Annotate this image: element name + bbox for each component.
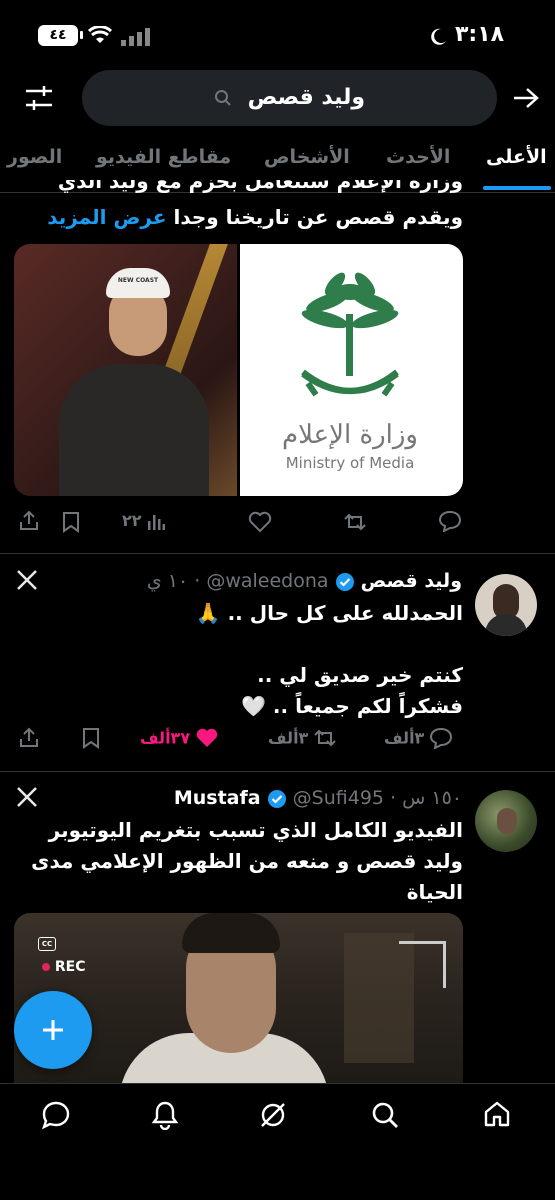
- avatar[interactable]: [475, 574, 537, 636]
- author-name[interactable]: وليد قصص: [361, 570, 462, 592]
- ministry-logo-image[interactable]: وزارة الإعلام Ministry of Media: [240, 244, 463, 496]
- person-shirt: [59, 364, 209, 496]
- frame-corner: [399, 941, 446, 988]
- share-icon[interactable]: [18, 510, 40, 532]
- cc-icon: CC: [38, 937, 56, 951]
- like-icon[interactable]: [248, 511, 272, 533]
- tweet-text: ويقدم قصص عن تاريخنا وجدا عرض المزيد: [15, 202, 463, 232]
- search-query: وليد قصص: [82, 70, 497, 126]
- cc-label: CC: [41, 940, 53, 948]
- author-handle[interactable]: @waleedona: [206, 570, 328, 592]
- tweet-line: [15, 629, 463, 660]
- status-bar: ٤٤ ٣:١٨: [0, 0, 555, 70]
- views-number: ٢٢: [122, 511, 142, 530]
- tweet-line: الحمدلله على كل حال .. 🙏: [195, 601, 463, 625]
- like-button[interactable]: ٣٧ألف: [140, 727, 219, 749]
- tweet-line: الفيديو الكامل الذي تسبب بتغريم اليوتيوب…: [48, 818, 463, 842]
- rec-dot-icon: [42, 963, 50, 971]
- notifications-icon[interactable]: [150, 1100, 180, 1130]
- avatar-face: [497, 808, 517, 834]
- status-time: ٣:١٨: [455, 22, 505, 47]
- moon-icon: [428, 27, 448, 47]
- reposts-count: ٣ألف: [268, 728, 309, 748]
- tweet-divider: [0, 553, 555, 554]
- views-count[interactable]: ٢٢: [122, 510, 165, 531]
- compose-button[interactable]: [14, 991, 92, 1069]
- bottom-nav: [0, 1084, 555, 1200]
- battery-level: ٤٤: [49, 27, 67, 43]
- plus-icon: [41, 1018, 65, 1042]
- share-icon[interactable]: [18, 727, 40, 749]
- author-name[interactable]: Mustafa: [174, 787, 261, 809]
- ministry-name-arabic: وزارة الإعلام: [282, 420, 418, 450]
- author-handle[interactable]: @Sufi495: [293, 787, 384, 809]
- wifi-icon: [88, 26, 112, 44]
- tweet-body: الحمدلله على كل حال .. 🙏 كنتم خير صديق ل…: [15, 598, 463, 722]
- search-query-text: وليد قصص: [247, 85, 366, 110]
- cellular-signal-icon: [120, 28, 152, 46]
- tweet-line: وليد قصص و منعه من الظهور الإعلامي مدى: [31, 849, 463, 873]
- tweet-line: ويقدم قصص عن تاريخنا وجدا: [173, 205, 463, 229]
- messages-icon[interactable]: [41, 1100, 71, 1130]
- tab-top[interactable]: الأعلى: [486, 146, 547, 168]
- rec-label: REC: [54, 959, 86, 975]
- repost-icon: [313, 727, 337, 749]
- tab-videos[interactable]: مقاطع الفيديو: [96, 146, 231, 168]
- avatar[interactable]: [475, 790, 537, 852]
- tweet-body: الفيديو الكامل الذي تسبب بتغريم اليوتيوب…: [15, 815, 463, 908]
- show-more-link[interactable]: عرض المزيد: [47, 205, 166, 229]
- grok-icon[interactable]: [258, 1100, 288, 1130]
- tweet-partial-line: وزارة الإعلام ستتعامل بحزم مع وليد الذي: [57, 180, 463, 193]
- tweet-text-partial: وزارة الإعلام ستتعامل بحزم مع وليد الذي: [15, 180, 463, 194]
- tweet-time: ١٠ ي: [146, 570, 189, 592]
- reply-icon[interactable]: [438, 510, 462, 532]
- views-icon: [147, 511, 165, 531]
- replies-count: ٣ألف: [384, 728, 425, 748]
- cap-text: NEW COAST: [117, 277, 159, 284]
- repost-button[interactable]: ٣ألف: [268, 727, 337, 749]
- tab-people[interactable]: الأشخاص: [264, 146, 350, 168]
- tab-latest[interactable]: الأحدث: [386, 146, 450, 168]
- person-hair: [182, 913, 280, 953]
- tweet-video[interactable]: CC REC: [14, 913, 463, 1083]
- tweet-header: وليد قصص @waleedona · ١٠ ي: [146, 570, 462, 592]
- cap: NEW COAST: [106, 268, 170, 298]
- tweet-divider: [0, 771, 555, 772]
- reply-icon: [429, 727, 453, 749]
- likes-count: ٣٧ألف: [140, 728, 191, 748]
- tweet-line: فشكراً لكم جميعاً .. 🤍: [241, 694, 463, 718]
- tweet-time: ١٥٠ س: [402, 787, 462, 809]
- liked-heart-icon: [195, 727, 219, 749]
- x-logo-icon[interactable]: [16, 569, 38, 591]
- verified-badge-icon: [267, 789, 287, 809]
- battery-indicator: ٤٤: [38, 25, 78, 46]
- search-input[interactable]: وليد قصص: [82, 70, 497, 126]
- bookmark-icon[interactable]: [62, 511, 80, 533]
- bookmark-icon[interactable]: [82, 727, 100, 749]
- search-icon[interactable]: [370, 1100, 400, 1130]
- battery-tip: [80, 31, 83, 39]
- search-icon: [214, 89, 232, 107]
- home-icon[interactable]: [482, 1099, 512, 1129]
- filter-button[interactable]: [24, 84, 54, 112]
- back-arrow-icon[interactable]: [512, 86, 540, 110]
- x-logo-icon[interactable]: [16, 786, 38, 808]
- tab-images[interactable]: الصور: [7, 146, 62, 168]
- palm-swords-emblem: [295, 264, 405, 414]
- tweet-header: Mustafa @Sufi495 · ١٥٠ س: [173, 787, 462, 809]
- reply-button[interactable]: ٣ألف: [384, 727, 453, 749]
- rec-indicator: REC: [42, 959, 86, 975]
- person-photo[interactable]: NEW COAST: [14, 244, 237, 496]
- tweet-line: كنتم خير صديق لي ..: [257, 663, 463, 687]
- tweet-line: الحياة: [406, 880, 463, 904]
- avatar-shirt: [485, 614, 527, 636]
- repost-icon[interactable]: [343, 511, 367, 533]
- tweet-media[interactable]: NEW COAST وزارة الإعلام Ministry of Medi…: [14, 244, 463, 496]
- verified-badge-icon: [335, 572, 355, 592]
- ministry-name-english: Ministry of Media: [285, 454, 415, 472]
- active-tab-indicator: [483, 186, 551, 190]
